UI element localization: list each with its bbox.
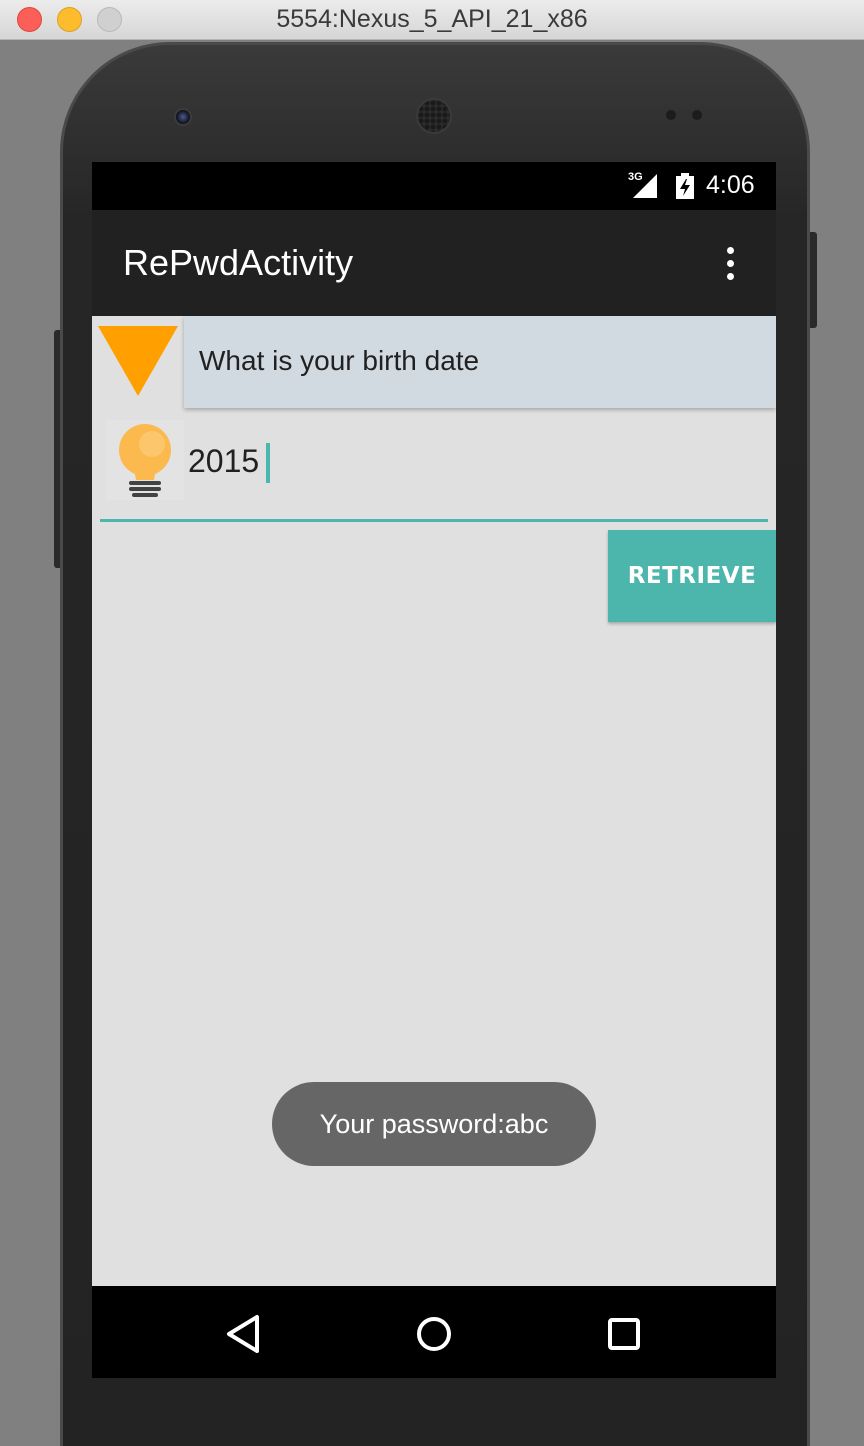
lightbulb-icon [106,420,184,500]
battery-charging-icon [676,173,694,199]
window-title: 5554:Nexus_5_API_21_x86 [276,5,588,33]
input-underline [100,519,768,522]
retrieve-button[interactable]: RETRIEVE [608,530,776,622]
proximity-sensor [666,110,676,120]
toast: Your password:abc [272,1082,596,1166]
window-titlebar: 5554:Nexus_5_API_21_x86 [0,0,864,40]
signal-icon [633,174,657,198]
light-sensor [692,110,702,120]
toast-message: Your password:abc [319,1108,549,1139]
status-bar: 3G 4:06 [92,162,776,210]
recents-icon[interactable] [602,1312,646,1356]
spinner-selected-text: What is your birth date [199,345,480,376]
spinner-selected-box[interactable]: What is your birth date [184,316,776,408]
dropdown-triangle-icon[interactable] [98,326,178,396]
front-camera [174,108,192,126]
device-screen: 3G 4:06 RePwdActivity What is your birth… [92,162,776,1378]
status-time: 4:06 [706,171,755,199]
text-caret [266,443,270,483]
back-icon[interactable] [222,1312,266,1356]
earpiece-speaker [416,98,452,134]
answer-input[interactable] [188,436,768,486]
action-bar: RePwdActivity [92,210,776,316]
navigation-bar [92,1286,776,1378]
more-vert-icon[interactable] [712,240,748,286]
home-icon[interactable] [412,1312,456,1356]
app-title: RePwdActivity [123,242,354,283]
question-spinner[interactable]: What is your birth date [92,316,776,408]
